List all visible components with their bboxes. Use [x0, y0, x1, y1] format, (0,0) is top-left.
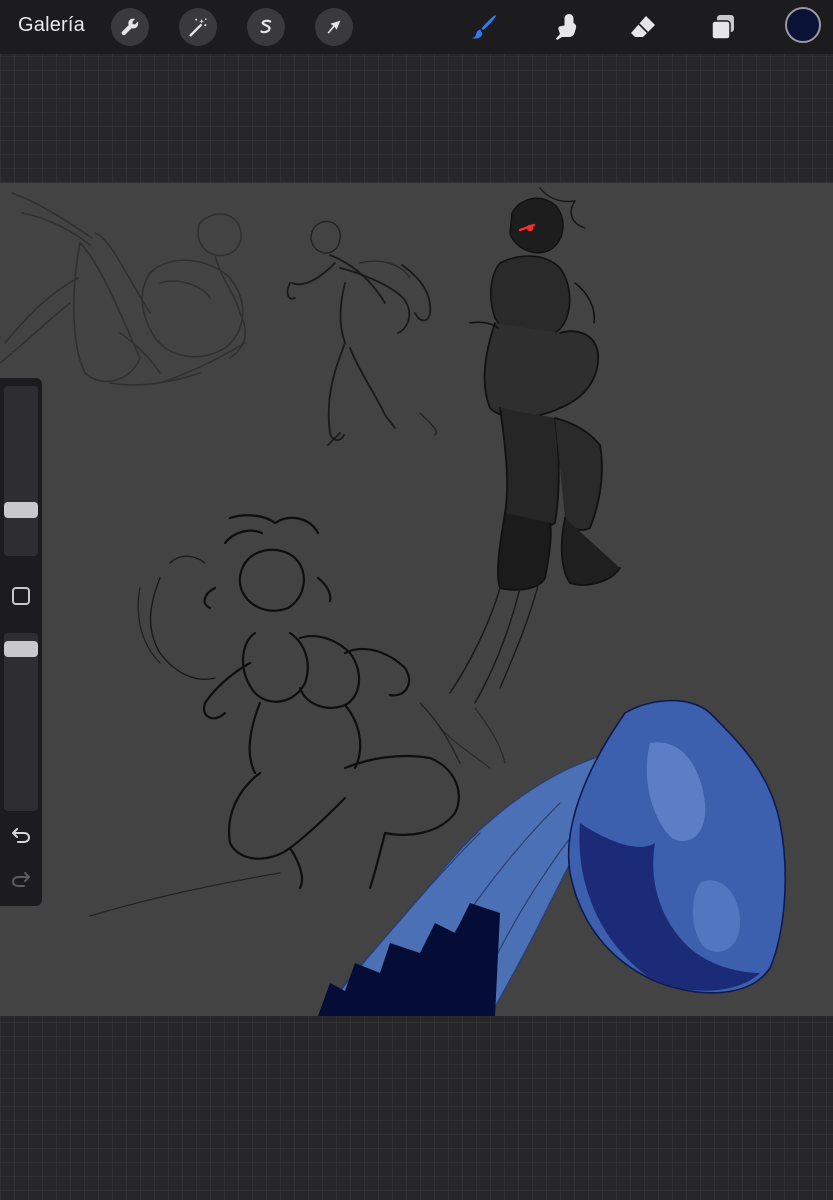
redo-button[interactable]: [9, 867, 33, 891]
arrow-cursor-icon: [327, 20, 341, 34]
color-swatch-button[interactable]: [785, 7, 821, 43]
layers-button[interactable]: [704, 8, 742, 46]
selection-s-icon: [260, 19, 272, 34]
painted-blue-shapes: [318, 699, 786, 1016]
brush-icon: [472, 15, 496, 39]
undo-button[interactable]: [9, 823, 33, 847]
opacity-thumb[interactable]: [4, 641, 38, 657]
brush-size-thumb[interactable]: [4, 502, 38, 518]
opacity-slider[interactable]: [4, 633, 38, 811]
eraser-icon: [631, 16, 655, 37]
undo-icon: [12, 828, 31, 843]
drawing-canvas[interactable]: [0, 183, 833, 1016]
layers-icon: [711, 15, 734, 40]
redo-icon: [11, 872, 30, 887]
artwork: [0, 187, 786, 1016]
left-sidebar: [0, 378, 42, 906]
magic-wand-icon: [189, 18, 207, 37]
procreate-app: Galería: [0, 0, 833, 1200]
smudge-button[interactable]: [546, 8, 584, 46]
adjustments-button[interactable]: [179, 8, 217, 46]
gallery-button[interactable]: Galería: [18, 14, 85, 37]
smudge-finger-icon: [556, 14, 577, 40]
actions-button[interactable]: [111, 8, 149, 46]
sketch-creature-figure: [449, 187, 621, 704]
eraser-button[interactable]: [624, 8, 662, 46]
wrench-icon: [121, 18, 139, 36]
brush-size-slider[interactable]: [4, 386, 38, 556]
top-toolbar: Galería: [0, 0, 833, 54]
sketch-reclining-figure: [0, 192, 246, 386]
sketch-running-figure: [286, 220, 437, 446]
transform-button[interactable]: [315, 8, 353, 46]
selection-button[interactable]: [247, 8, 285, 46]
sketch-seated-figure: [89, 514, 506, 917]
brush-button[interactable]: [465, 8, 503, 46]
square-modifier-icon[interactable]: [12, 587, 30, 605]
